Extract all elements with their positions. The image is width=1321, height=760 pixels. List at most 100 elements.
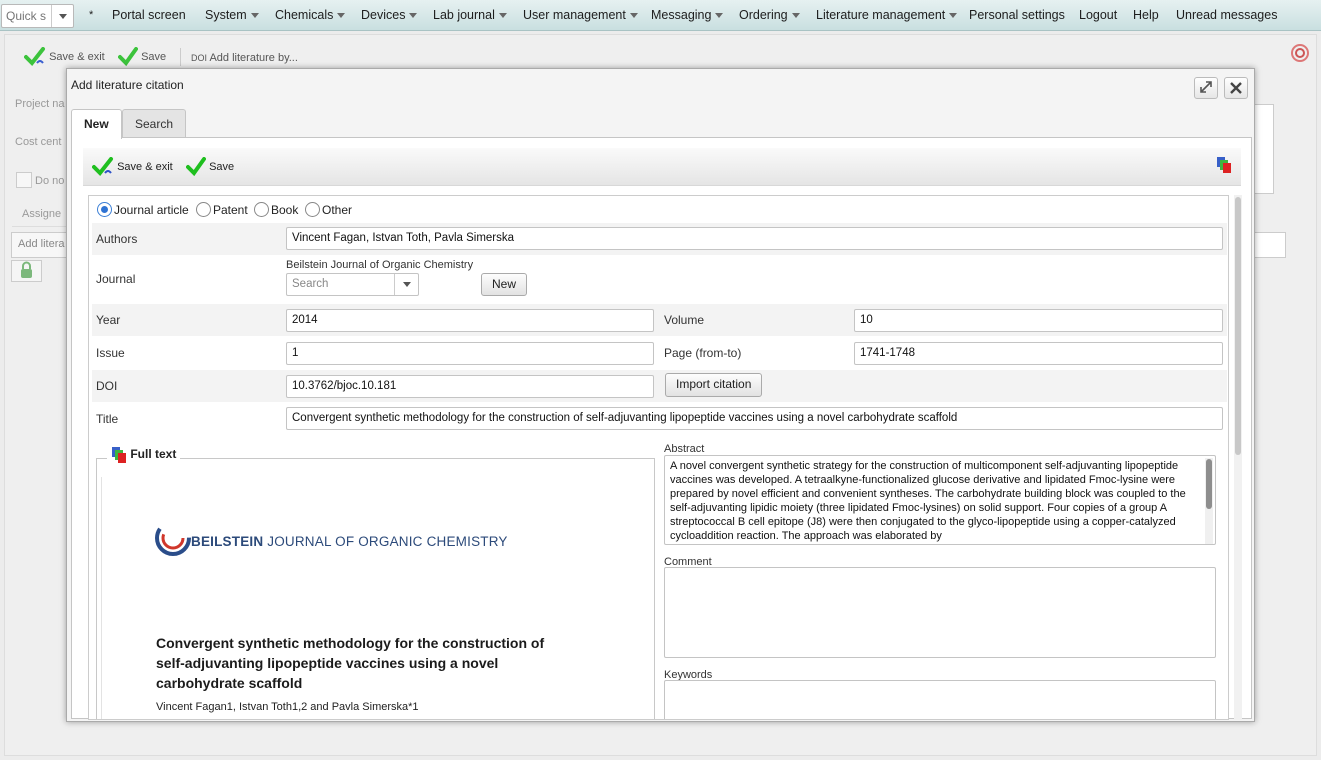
scroll-thumb[interactable] [1235, 197, 1241, 455]
journal-search-combo[interactable]: Search [286, 273, 419, 296]
maximize-button[interactable] [1194, 77, 1218, 99]
menu-user-management[interactable]: User management [523, 0, 638, 31]
comment-textarea[interactable] [664, 567, 1216, 658]
add-literature-by-label: Add literature by... [209, 52, 298, 64]
bg-save-button[interactable]: Save [118, 46, 166, 68]
menu-personal-settings[interactable]: Personal settings [969, 0, 1065, 31]
check-icon [24, 47, 45, 67]
tab-panel-new: Save & exit Save Journal article Patent … [71, 137, 1252, 720]
journal-new-button[interactable]: New [481, 273, 528, 296]
bg-lock-button[interactable] [11, 260, 42, 282]
menu-chemicals[interactable]: Chemicals [275, 0, 346, 31]
doi-input[interactable]: 10.3762/bjoc.10.181 [286, 375, 654, 398]
import-citation-button[interactable]: Import citation [665, 373, 763, 397]
chevron-down-icon [409, 13, 418, 19]
journal-label: Journal [96, 272, 136, 286]
abstract-textarea[interactable]: A novel convergent synthetic strategy fo… [664, 455, 1216, 545]
menu-system[interactable]: System [205, 0, 259, 31]
authors-input[interactable]: Vincent Fagan, Istvan Toth, Pavla Simers… [286, 227, 1223, 250]
journal-logo-icon [155, 520, 191, 556]
save-exit-button[interactable]: Save & exit [92, 156, 173, 178]
issue-input[interactable]: 1 [286, 342, 654, 365]
pdf-journal-rest: JOURNAL OF ORGANIC CHEMISTRY [263, 534, 508, 549]
citation-type-row: Journal article Patent Book Other [92, 198, 1227, 222]
quick-search-input[interactable] [2, 5, 52, 27]
tab-new[interactable]: New [71, 109, 122, 139]
menu-label: System [205, 8, 247, 22]
bg-do-not-label: Do no [35, 175, 65, 187]
year-volume-row: Year 2014 Volume 10 [92, 304, 1227, 336]
menu-label: Logout [1079, 8, 1118, 22]
chevron-down-icon [791, 13, 800, 19]
citation-form: Journal article Patent Book Other Author… [88, 195, 1229, 720]
keywords-textarea[interactable] [664, 680, 1216, 719]
title-row: Title Convergent synthetic methodology f… [92, 403, 1227, 435]
add-literature-by-button[interactable]: DOI Add literature by... [191, 47, 298, 69]
bg-save-exit-button[interactable]: Save & exit [24, 46, 105, 68]
page-input[interactable]: 1741-1748 [854, 342, 1223, 365]
radio-label: Book [271, 203, 299, 217]
menu-messaging[interactable]: Messaging [651, 0, 724, 31]
tab-search[interactable]: Search [122, 109, 187, 138]
bg-save-label: Save [141, 51, 167, 63]
bg-assigned-label: Assigne [12, 201, 72, 227]
check-icon [92, 157, 113, 177]
menu-lab-journal[interactable]: Lab journal [433, 0, 507, 31]
close-icon [1230, 82, 1242, 94]
menu-label: Ordering [739, 8, 788, 22]
doi-row: DOI 10.3762/bjoc.10.181 Import citation [92, 370, 1227, 402]
chevron-down-icon [715, 13, 724, 19]
year-input[interactable]: 2014 [286, 309, 654, 332]
quick-search[interactable] [1, 4, 74, 28]
menu-label: Messaging [651, 8, 712, 22]
chevron-down-icon [59, 14, 67, 19]
menu-label: Chemicals [275, 8, 334, 22]
bg-textarea-edge [1254, 104, 1274, 194]
title-input[interactable]: Convergent synthetic methodology for the… [286, 407, 1223, 430]
chevron-down-icon [629, 13, 638, 19]
radio-journal-article[interactable]: Journal article [97, 202, 189, 218]
menu-label: Personal settings [969, 8, 1065, 22]
pages-icon [112, 447, 126, 463]
favorite-star[interactable]: * [89, 0, 93, 31]
abstract-label: Abstract [664, 443, 705, 455]
menu-help[interactable]: Help [1133, 0, 1159, 31]
radio-label: Patent [213, 203, 248, 217]
menu-logout[interactable]: Logout [1079, 0, 1117, 31]
radio-patent[interactable]: Patent [196, 202, 248, 218]
bg-project-name-label: Project na [15, 98, 65, 110]
year-label: Year [96, 313, 121, 327]
menu-devices[interactable]: Devices [361, 0, 418, 31]
doi-icon: DOI [191, 53, 208, 63]
volume-input[interactable]: 10 [854, 309, 1223, 332]
journal-row: Journal Beilstein Journal of Organic Che… [92, 255, 1227, 303]
journal-search-placeholder: Search [292, 278, 329, 290]
scroll-thumb[interactable] [1206, 459, 1212, 509]
save-label: Save [209, 161, 235, 173]
form-scrollbar[interactable] [1234, 195, 1242, 720]
copy-pages-button[interactable] [1216, 156, 1232, 177]
journal-dropdown-button[interactable] [394, 274, 418, 295]
menu-literature-management[interactable]: Literature management [816, 0, 958, 31]
citation-toolbar: Save & exit Save [83, 148, 1241, 186]
save-button[interactable]: Save [186, 156, 234, 178]
menu-ordering[interactable]: Ordering [739, 0, 800, 31]
bg-add-literature-button[interactable]: Add litera [11, 232, 71, 258]
radio-book[interactable]: Book [254, 202, 298, 218]
bg-checkbox[interactable] [16, 172, 32, 188]
radio-other[interactable]: Other [305, 202, 352, 218]
abstract-scrollbar[interactable] [1205, 458, 1213, 544]
pdf-title: Convergent synthetic methodology for the… [156, 635, 545, 691]
radio-button [196, 202, 211, 218]
issue-label: Issue [96, 346, 125, 360]
menu-unread-messages[interactable]: Unread messages [1176, 0, 1277, 31]
menu-portal-screen[interactable]: Portal screen [112, 0, 186, 31]
chevron-down-icon [498, 13, 507, 19]
menu-label: Literature management [816, 8, 946, 22]
close-button[interactable] [1224, 77, 1248, 99]
expand-icon [1200, 81, 1212, 93]
radio-button [254, 202, 269, 218]
radio-label: Journal article [114, 203, 189, 217]
lock-icon [21, 261, 32, 278]
quick-search-dropdown[interactable] [51, 5, 73, 27]
